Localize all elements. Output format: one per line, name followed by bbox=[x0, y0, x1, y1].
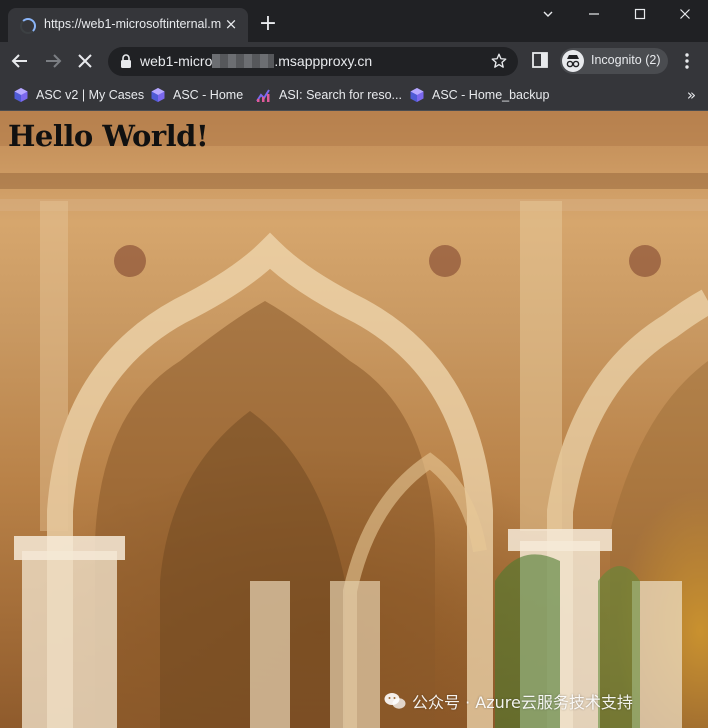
bookmark-label: ASC - Home_backup bbox=[432, 88, 550, 102]
page-viewport: Hello World! bbox=[0, 111, 708, 728]
bookmark-asc-home-backup[interactable]: ASC - Home_backup bbox=[409, 84, 549, 106]
asi-chart-icon bbox=[256, 89, 270, 102]
bookmark-star-icon[interactable] bbox=[490, 52, 508, 70]
asc-cube-icon bbox=[14, 88, 28, 102]
bookmarks-bar: ASC v2 | My Cases ASC - Home ASI: Search… bbox=[0, 80, 708, 111]
tab-search-button[interactable] bbox=[525, 0, 571, 30]
side-panel-button[interactable] bbox=[527, 48, 553, 74]
bookmark-label: ASC v2 | My Cases bbox=[36, 88, 145, 102]
browser-toolbar: web1-micro .msappproxy.cn Incognito (2) bbox=[0, 42, 708, 80]
stop-icon bbox=[78, 54, 92, 68]
chevron-down-icon bbox=[543, 11, 553, 17]
bookmark-label: ASI: Search for reso... bbox=[279, 88, 402, 102]
forward-button[interactable] bbox=[40, 48, 66, 74]
side-panel-icon bbox=[532, 52, 548, 68]
close-window-button[interactable] bbox=[662, 0, 708, 30]
bookmark-asc-home[interactable]: ASC - Home bbox=[150, 84, 243, 106]
maximize-icon bbox=[634, 8, 646, 20]
page-heading: Hello World! bbox=[8, 119, 209, 153]
url-host-prefix: web1-micro bbox=[140, 53, 213, 69]
loading-spinner-icon bbox=[20, 18, 36, 34]
address-bar[interactable]: web1-micro .msappproxy.cn bbox=[108, 47, 518, 76]
stop-loading-button[interactable] bbox=[72, 48, 98, 74]
url-host-suffix: .msappproxy.cn bbox=[274, 53, 373, 69]
background-photo-arches bbox=[0, 111, 708, 728]
chrome-menu-button[interactable] bbox=[674, 48, 700, 74]
url-text[interactable]: web1-micro .msappproxy.cn bbox=[140, 53, 372, 69]
maximize-button[interactable] bbox=[617, 0, 663, 30]
watermark-text: 公众号 · Azure云服务技术支持 bbox=[412, 693, 633, 712]
wechat-icon bbox=[384, 693, 406, 709]
tab-strip: https://web1-microsoftinternal.m × + bbox=[0, 0, 708, 42]
tab-title: https://web1-microsoftinternal.m bbox=[44, 17, 222, 31]
redacted-url-segment bbox=[212, 54, 275, 68]
bookmark-asi-search[interactable]: ASI: Search for reso... bbox=[256, 84, 402, 106]
arrow-left-icon bbox=[11, 54, 27, 68]
incognito-icon bbox=[562, 50, 584, 72]
minimize-icon bbox=[589, 13, 599, 15]
asc-cube-icon bbox=[151, 88, 165, 102]
close-tab-icon[interactable]: × bbox=[222, 15, 240, 33]
incognito-profile-button[interactable]: Incognito (2) bbox=[560, 48, 668, 74]
more-vertical-icon bbox=[685, 53, 689, 69]
back-button[interactable] bbox=[7, 48, 33, 74]
minimize-button[interactable] bbox=[571, 0, 617, 30]
close-icon bbox=[680, 9, 690, 19]
incognito-label: Incognito (2) bbox=[591, 53, 661, 67]
browser-tab[interactable]: https://web1-microsoftinternal.m × bbox=[8, 8, 248, 42]
asc-cube-icon bbox=[410, 88, 424, 102]
bookmarks-overflow-button[interactable]: » bbox=[687, 86, 696, 104]
bookmark-asc-v2-my-cases[interactable]: ASC v2 | My Cases bbox=[13, 84, 144, 106]
bookmark-label: ASC - Home bbox=[173, 88, 244, 102]
lock-icon[interactable] bbox=[120, 54, 132, 68]
arrow-right-icon bbox=[46, 54, 62, 68]
new-tab-button[interactable]: + bbox=[256, 13, 280, 37]
watermark: 公众号 · Azure云服务技术支持 bbox=[384, 689, 633, 713]
